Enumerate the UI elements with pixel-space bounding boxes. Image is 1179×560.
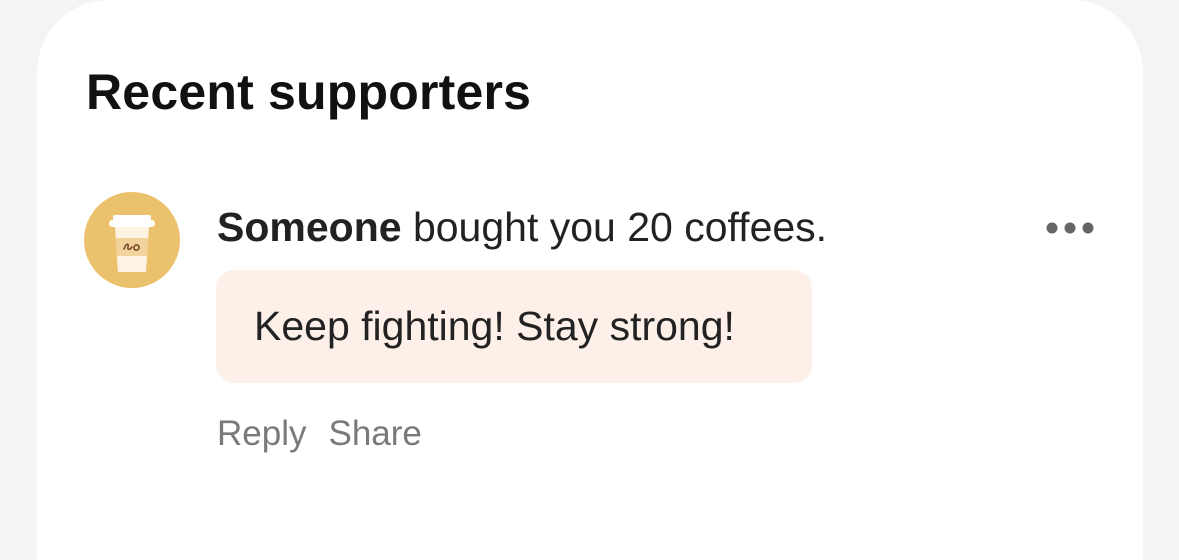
supporter-action-text: bought you 20 coffees. bbox=[401, 204, 828, 250]
support-message-bubble: Keep fighting! Stay strong! bbox=[216, 270, 812, 383]
supporter-item: Someone bought you 20 coffees. Keep figh… bbox=[84, 192, 1104, 472]
supporter-headline: Someone bought you 20 coffees. bbox=[217, 202, 827, 252]
more-options-icon bbox=[1046, 222, 1094, 234]
section-title: Recent supporters bbox=[86, 64, 532, 120]
reply-button[interactable]: Reply bbox=[217, 414, 306, 453]
coffee-cup-icon bbox=[109, 215, 155, 272]
more-options-button[interactable] bbox=[1040, 210, 1104, 246]
support-message-text: Keep fighting! Stay strong! bbox=[254, 303, 735, 349]
share-button[interactable]: Share bbox=[328, 414, 421, 453]
supporter-name: Someone bbox=[217, 204, 402, 250]
supporter-actions: Reply Share bbox=[217, 410, 422, 458]
supporter-avatar bbox=[84, 192, 180, 288]
